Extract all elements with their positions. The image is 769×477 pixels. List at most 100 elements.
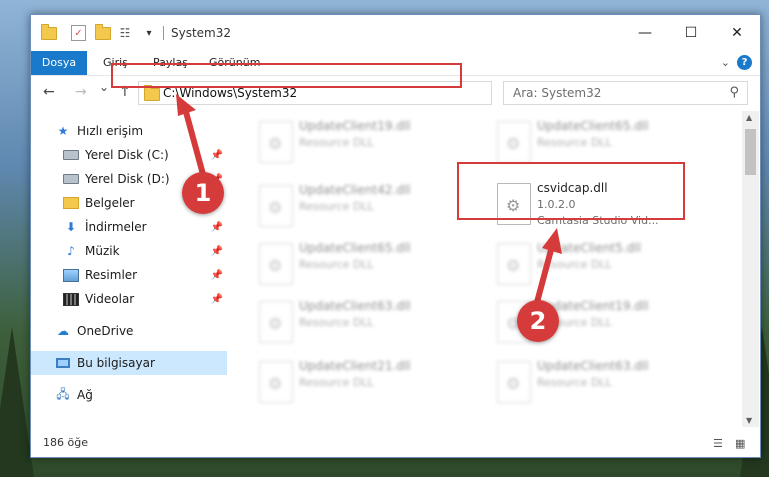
cloud-icon: ☁ <box>57 324 69 338</box>
pin-icon[interactable]: 📌 <box>211 222 223 233</box>
dll-file-icon <box>259 121 293 163</box>
scroll-up-icon[interactable]: ▲ <box>746 113 752 122</box>
sidebar-item-local-disk-c[interactable]: Yerel Disk (C:) 📌 <box>31 143 227 167</box>
details-view-icon[interactable]: ☰ <box>713 437 727 450</box>
title-bar: ✓ ☷ ▾ System32 — ☐ ✕ <box>31 15 760 51</box>
view-options-icon[interactable]: ☷ <box>117 25 133 41</box>
file-tile[interactable]: UpdateClient19.dll Resource DLL <box>253 117 471 169</box>
file-type: Resource DLL <box>299 258 374 271</box>
sidebar-item-label: İndirmeler <box>85 220 147 234</box>
sidebar-item-quick-access[interactable]: ★ Hızlı erişim <box>31 119 227 143</box>
pin-icon[interactable]: 📌 <box>211 270 223 281</box>
file-tile[interactable]: UpdateClient21.dll Resource DLL <box>253 357 471 409</box>
step-1-badge: 1 <box>182 172 224 214</box>
close-button[interactable]: ✕ <box>714 15 760 51</box>
maximize-button[interactable]: ☐ <box>668 15 714 51</box>
sidebar-item-network[interactable]: 🖧 Ağ <box>31 383 227 407</box>
dll-file-icon <box>497 121 531 163</box>
file-name: UpdateClient19.dll <box>299 119 411 133</box>
ribbon-expand-icon[interactable]: ⌄ <box>721 56 730 69</box>
window-title: System32 <box>171 26 232 40</box>
pictures-icon <box>63 267 79 283</box>
drive-icon <box>63 171 79 187</box>
file-type: Resource DLL <box>537 376 612 389</box>
computer-icon <box>55 355 71 371</box>
sidebar-item-label: OneDrive <box>77 324 134 338</box>
star-icon: ★ <box>57 124 69 138</box>
sidebar-item-onedrive[interactable]: ☁ OneDrive <box>31 319 227 343</box>
pin-icon[interactable]: 📌 <box>211 294 223 305</box>
sidebar-item-label: Ağ <box>77 388 93 402</box>
search-box[interactable]: Ara: System32 ⚲ <box>503 81 748 105</box>
sidebar-item-this-pc[interactable]: Bu bilgisayar <box>31 351 227 375</box>
sidebar-item-label: Hızlı erişim <box>77 124 144 138</box>
properties-icon[interactable]: ✓ <box>71 25 86 41</box>
sidebar-item-label: Yerel Disk (D:) <box>85 172 170 186</box>
pin-icon[interactable]: 📌 <box>211 246 223 257</box>
recent-locations-button[interactable]: ⌄ <box>99 80 109 94</box>
file-tile[interactable]: UpdateClient42.dll Resource DLL <box>253 181 471 233</box>
file-type: Resource DLL <box>299 376 374 389</box>
forward-button[interactable]: → <box>75 84 87 100</box>
videos-icon <box>63 291 79 307</box>
drive-icon <box>63 147 79 163</box>
sidebar-item-label: Videolar <box>85 292 135 306</box>
file-type: Resource DLL <box>537 258 612 271</box>
address-highlight-box <box>111 63 462 88</box>
sidebar-item-downloads[interactable]: ⬇ İndirmeler 📌 <box>31 215 227 239</box>
file-tile[interactable]: UpdateClient5.dll Resource DLL <box>491 239 709 291</box>
documents-icon <box>63 195 79 211</box>
search-icon[interactable]: ⚲ <box>729 85 739 100</box>
title-separator <box>163 26 164 40</box>
dll-file-icon <box>259 301 293 343</box>
quick-access-dropdown-icon[interactable]: ▾ <box>141 25 157 41</box>
file-highlight-box <box>457 162 685 220</box>
dll-file-icon <box>259 361 293 403</box>
file-name: UpdateClient21.dll <box>299 359 411 373</box>
file-type: Resource DLL <box>299 136 374 149</box>
help-icon[interactable]: ? <box>737 55 752 70</box>
file-name: UpdateClient5.dll <box>537 241 641 255</box>
address-path[interactable]: C:\Windows\System32 <box>163 86 297 100</box>
back-button[interactable]: ← <box>43 84 55 100</box>
download-icon: ⬇ <box>65 220 77 234</box>
dll-file-icon <box>259 185 293 227</box>
sidebar-item-label: Müzik <box>85 244 120 258</box>
file-type: Resource DLL <box>537 136 612 149</box>
network-icon: 🖧 <box>56 386 70 401</box>
music-icon: ♪ <box>67 244 75 258</box>
sidebar-item-label: Belgeler <box>85 196 135 210</box>
file-type: Resource DLL <box>299 200 374 213</box>
file-name: UpdateClient65.dll <box>537 119 649 133</box>
sidebar-item-music[interactable]: ♪ Müzik 📌 <box>31 239 227 263</box>
minimize-button[interactable]: — <box>622 15 668 51</box>
scroll-down-icon[interactable]: ▼ <box>746 416 752 425</box>
file-type: Resource DLL <box>299 316 374 329</box>
search-input[interactable]: Ara: System32 <box>513 86 601 100</box>
sidebar-item-label: Resimler <box>85 268 138 282</box>
file-tile[interactable]: UpdateClient63.dll Resource DLL <box>491 357 709 409</box>
file-name: UpdateClient63.dll <box>299 299 411 313</box>
scrollbar-thumb[interactable] <box>745 129 756 175</box>
dll-file-icon <box>497 243 531 285</box>
file-tile[interactable]: UpdateClient65.dll Resource DLL <box>253 239 471 291</box>
sidebar-item-label: Yerel Disk (C:) <box>85 148 169 162</box>
pin-icon[interactable]: 📌 <box>211 150 223 161</box>
file-list: UpdateClient19.dll Resource DLL UpdateCl… <box>227 111 742 427</box>
sidebar-item-videos[interactable]: Videolar 📌 <box>31 287 227 311</box>
navigation-pane: ★ Hızlı erişim Yerel Disk (C:) 📌 Yerel D… <box>31 111 227 427</box>
file-tile[interactable]: UpdateClient63.dll Resource DLL <box>253 297 471 349</box>
sidebar-item-pictures[interactable]: Resimler 📌 <box>31 263 227 287</box>
sidebar-item-label: Bu bilgisayar <box>77 356 155 370</box>
vertical-scrollbar[interactable]: ▲ ▼ <box>742 111 759 427</box>
tab-file[interactable]: Dosya <box>31 51 87 75</box>
new-folder-icon[interactable] <box>95 23 111 41</box>
folder-icon <box>41 23 57 41</box>
item-count: 186 öğe <box>43 436 88 449</box>
status-bar: 186 öğe ☰ ▦ <box>31 429 760 457</box>
dll-file-icon <box>497 361 531 403</box>
step-2-badge: 2 <box>517 300 559 342</box>
tiles-view-icon[interactable]: ▦ <box>735 437 749 450</box>
background-tree <box>0 327 34 477</box>
dll-file-icon <box>259 243 293 285</box>
